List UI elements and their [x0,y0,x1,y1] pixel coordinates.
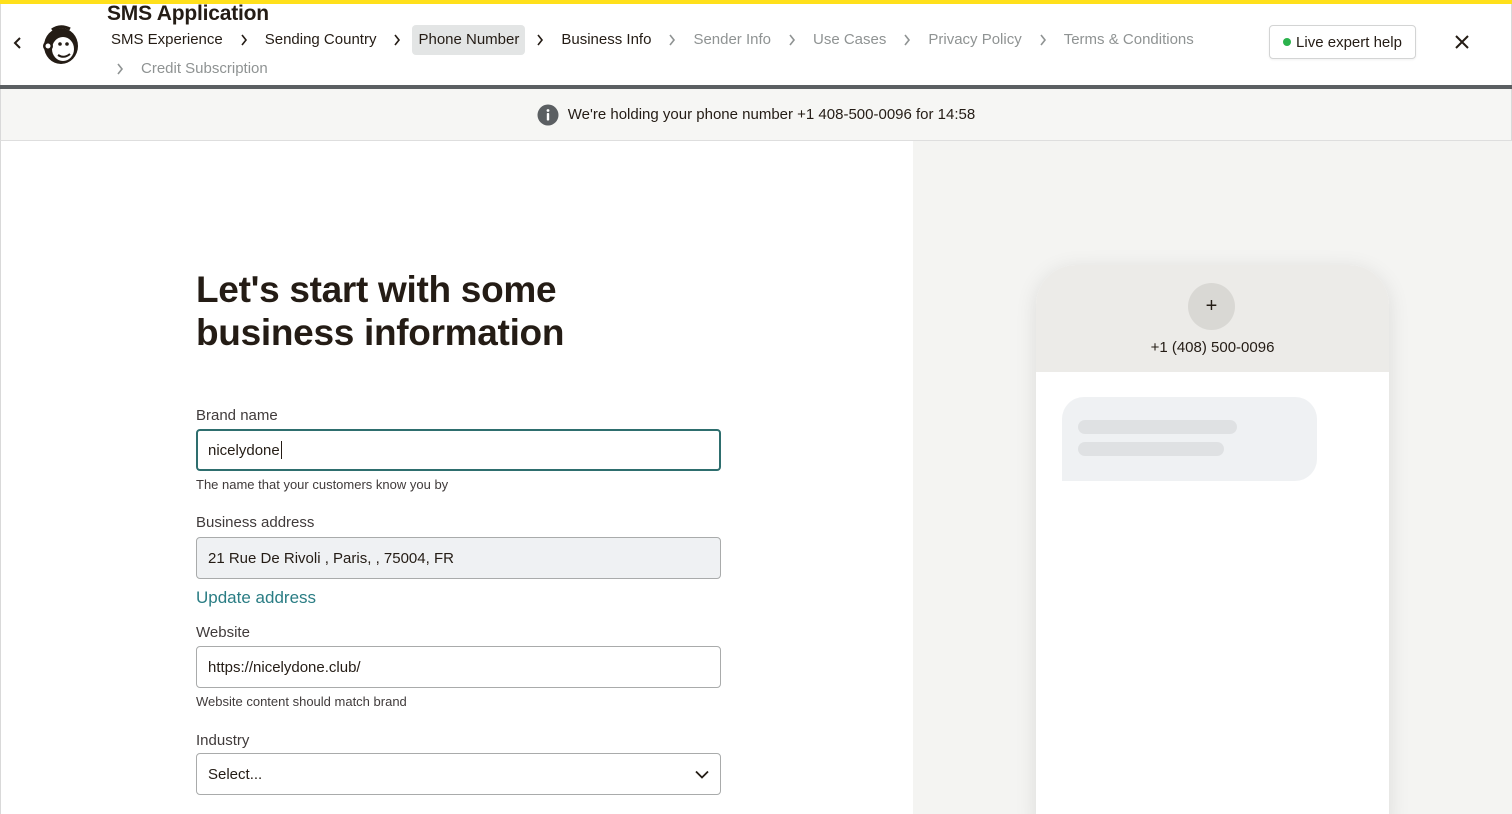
crumb-sending-country[interactable]: Sending Country [259,25,383,55]
phone-header: + +1 (408) 500-0096 [1036,265,1389,372]
phone-hold-banner: We're holding your phone number +1 408-5… [0,89,1512,141]
chevron-right-icon [661,30,683,50]
info-icon [537,104,559,125]
chevron-right-icon [386,30,408,50]
chevron-right-icon [233,30,255,50]
brand-name-help: The name that your customers know you by [196,477,449,492]
business-address-label: Business address [196,514,315,531]
website-input[interactable]: https://nicelydone.club/ [196,646,721,688]
crumb-use-cases[interactable]: Use Cases [807,25,892,55]
crumb-business-info[interactable]: Business Info [555,25,657,55]
phone-mockup: + +1 (408) 500-0096 [1036,265,1389,814]
banner-text: We're holding your phone number +1 408-5… [567,106,976,123]
close-button[interactable] [1451,31,1473,53]
back-button[interactable] [10,32,26,54]
sms-preview-pane: + +1 (408) 500-0096 [913,141,1512,814]
website-label: Website [196,624,250,641]
breadcrumb-row: Credit Subscription [105,54,1265,84]
crumb-privacy-policy[interactable]: Privacy Policy [922,25,1027,55]
business-address-field: 21 Rue De Rivoli , Paris, , 75004, FR [196,537,721,579]
breadcrumb: SMS Experience Sending Country Phone Num… [105,25,1265,84]
chevron-right-icon [781,30,803,50]
update-address-link[interactable]: Update address [196,588,721,608]
business-address-value: 21 Rue De Rivoli , Paris, , 75004, FR [208,549,454,567]
chevron-right-icon [1032,30,1054,50]
industry-selected-value: Select... [208,765,263,783]
page-title: Let's start with some business informati… [196,269,565,353]
contact-avatar: + [1188,283,1235,330]
close-icon [1455,35,1469,49]
app-title: SMS Application [107,2,269,25]
chevron-left-icon [13,37,21,49]
plus-icon: + [1205,295,1218,317]
chevron-right-icon [529,30,551,50]
preview-phone-number: +1 (408) 500-0096 [1150,339,1275,356]
freddie-logo-icon [43,25,78,64]
website-value: https://nicelydone.club/ [208,658,361,676]
live-expert-help-label: Live expert help [1296,33,1402,51]
chevron-right-icon [896,30,918,50]
message-bubble-placeholder [1062,397,1317,481]
website-help: Website content should match brand [196,694,407,709]
mailchimp-logo[interactable] [38,22,82,66]
breadcrumb-row: SMS Experience Sending Country Phone Num… [105,25,1265,55]
crumb-sender-info[interactable]: Sender Info [687,25,777,55]
skeleton-line [1078,420,1237,434]
text-caret [280,441,282,459]
brand-name-input[interactable]: nicelydone [196,429,721,471]
live-expert-help-button[interactable]: Live expert help [1269,25,1416,59]
brand-name-value: nicelydone [208,441,280,459]
business-info-form: Let's start with some business informati… [196,268,721,795]
brand-name-label: Brand name [196,407,278,424]
skeleton-line [1078,442,1224,456]
status-dot-icon [1283,38,1292,46]
crumb-sms-experience[interactable]: SMS Experience [105,25,229,55]
crumb-phone-number[interactable]: Phone Number [412,25,526,55]
chevron-right-icon [109,59,131,79]
industry-label: Industry [196,732,250,749]
industry-select[interactable]: Select... [196,753,721,795]
chevron-down-icon [695,770,709,779]
main-content: Let's start with some business informati… [0,141,913,814]
crumb-terms-conditions[interactable]: Terms & Conditions [1058,25,1200,55]
crumb-credit-subscription[interactable]: Credit Subscription [135,54,274,84]
header: SMS Application SMS Experience Sending C… [0,2,1512,86]
